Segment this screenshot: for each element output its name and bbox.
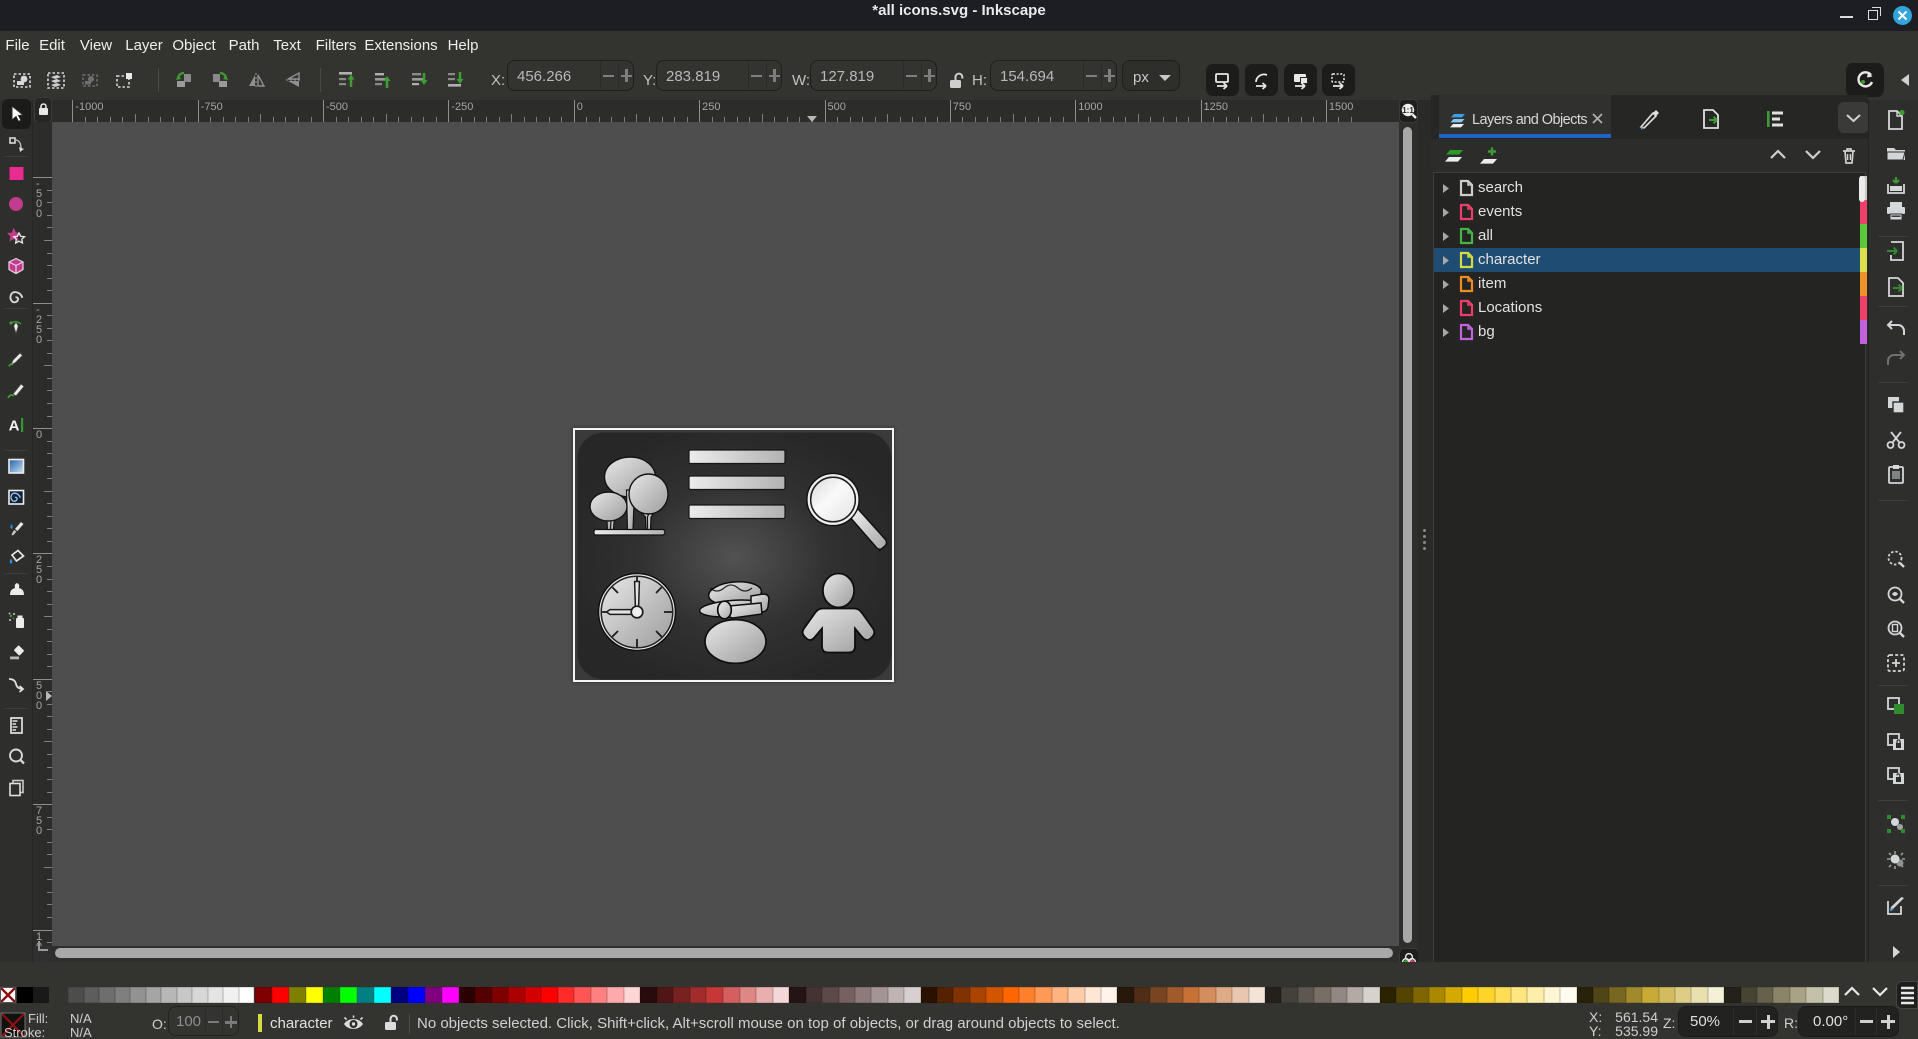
svg-text:A: A	[9, 418, 20, 435]
svg-text:1:1: 1:1	[1402, 106, 1414, 115]
